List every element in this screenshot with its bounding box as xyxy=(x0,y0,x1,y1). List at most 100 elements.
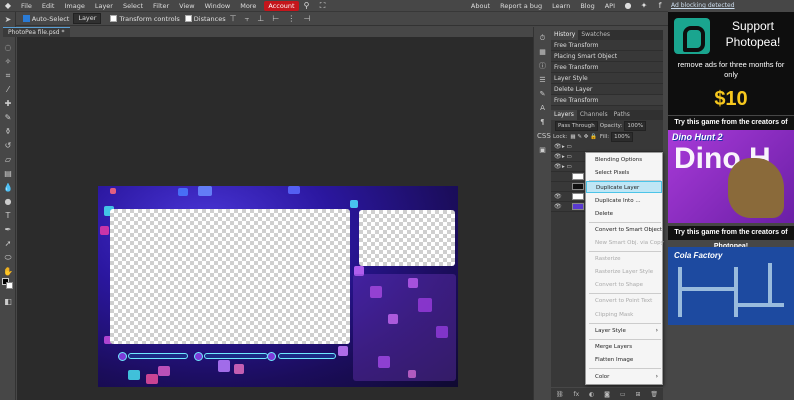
dodge-tool-icon[interactable]: ● xyxy=(2,196,14,207)
align-top-icon[interactable]: ⊤ xyxy=(230,14,237,23)
menu-view[interactable]: View xyxy=(174,0,199,12)
menu-image[interactable]: Image xyxy=(59,0,89,12)
account-button[interactable]: Account xyxy=(264,0,299,11)
history-row[interactable]: Layer Style xyxy=(551,73,663,84)
auto-select-checkbox[interactable] xyxy=(22,15,30,22)
blur-tool-icon[interactable]: 💧 xyxy=(2,182,14,193)
link-about[interactable]: About xyxy=(466,0,495,12)
menu-item-flatten-image[interactable]: Flatten Image xyxy=(586,354,662,366)
menu-select[interactable]: Select xyxy=(118,0,148,12)
transform-controls-checkbox[interactable] xyxy=(110,15,118,22)
properties-panel-icon[interactable]: ☰ xyxy=(537,75,548,86)
clone-stamp-tool-icon[interactable]: ⚱ xyxy=(2,126,14,137)
adjustment-icon[interactable]: ◐ xyxy=(589,391,594,398)
history-row[interactable]: Placing Smart Object xyxy=(551,51,663,62)
link-api[interactable]: API xyxy=(600,0,620,12)
game-banner[interactable]: Try this game from the creators of Photo… xyxy=(668,116,794,140)
link-blog[interactable]: Blog xyxy=(575,0,599,12)
menu-item-clipping-mask[interactable]: Clipping Mask xyxy=(586,309,662,321)
cola-factory-ad[interactable]: Cola Factory xyxy=(668,247,794,325)
eraser-tool-icon[interactable]: ▱ xyxy=(2,154,14,165)
layer-row[interactable]: 👁 ▸ ▭ xyxy=(551,142,663,152)
menu-item-new-smart-obj-via-copy[interactable]: New Smart Obj. via Copy xyxy=(586,237,664,249)
align-bottom-icon[interactable]: ⊥ xyxy=(257,14,264,23)
fill-input[interactable]: 100% xyxy=(611,131,633,142)
tab-paths[interactable]: Paths xyxy=(611,110,633,120)
menu-item-blending-options[interactable]: Blending Options xyxy=(586,154,662,166)
menu-edit[interactable]: Edit xyxy=(37,0,60,12)
align-right-icon[interactable]: ⊣ xyxy=(303,14,310,23)
healing-tool-icon[interactable]: ✚ xyxy=(2,98,14,109)
link-learn[interactable]: Learn xyxy=(547,0,575,12)
hand-tool-icon[interactable]: ✋ xyxy=(2,266,14,277)
reddit-icon[interactable]: ● xyxy=(623,1,633,11)
menu-item-duplicate-into[interactable]: Duplicate Into ... xyxy=(586,195,662,207)
pen-tool-icon[interactable]: ✒ xyxy=(2,224,14,235)
distances-checkbox[interactable] xyxy=(184,15,192,22)
brush-panel-icon[interactable]: ✎ xyxy=(537,89,548,100)
menu-layer[interactable]: Layer xyxy=(90,0,118,12)
magic-wand-tool-icon[interactable]: ✧ xyxy=(2,56,14,67)
gradient-tool-icon[interactable]: ▤ xyxy=(2,168,14,179)
document-tab[interactable]: PhotoPea file.psd * xyxy=(3,27,70,37)
swatches-panel-icon[interactable]: ▦ xyxy=(537,47,548,58)
align-middle-icon[interactable]: ⫟ xyxy=(245,14,250,24)
blend-mode-select[interactable]: Pass Through xyxy=(555,120,598,131)
quick-mask-icon[interactable]: ◧ xyxy=(2,296,14,307)
fullscreen-icon[interactable]: ⛶ xyxy=(318,1,328,11)
opacity-input[interactable]: 100% xyxy=(624,120,647,131)
tab-layers[interactable]: Layers xyxy=(551,110,577,120)
history-row[interactable]: Free Transform xyxy=(551,95,663,106)
brush-tool-icon[interactable]: ✎ xyxy=(2,112,14,123)
paragraph-panel-icon[interactable]: ¶ xyxy=(537,117,548,128)
menu-file[interactable]: File xyxy=(16,0,37,12)
tab-channels[interactable]: Channels xyxy=(577,110,611,120)
eyedropper-tool-icon[interactable]: ⁄ xyxy=(2,84,14,95)
side-frame-placeholder[interactable] xyxy=(359,210,455,266)
lock-icons[interactable]: ▦ ✎ ✥ 🔒 xyxy=(570,134,597,140)
menu-window[interactable]: Window xyxy=(200,0,236,12)
link-layers-icon[interactable]: ⛓ xyxy=(556,391,564,398)
menu-item-color[interactable]: Color › xyxy=(586,371,662,383)
history-brush-tool-icon[interactable]: ↺ xyxy=(2,140,14,151)
photopea-logo-icon[interactable]: ◆ xyxy=(3,1,13,11)
target-select[interactable]: Layer xyxy=(73,13,102,24)
game-banner[interactable]: Try this game from the creators of Photo… xyxy=(668,226,794,250)
support-ad[interactable]: Support Photopea! remove ads for three m… xyxy=(668,12,794,115)
info-panel-icon[interactable]: ⓘ xyxy=(537,61,548,72)
effects-icon[interactable]: fx xyxy=(573,391,579,398)
history-row[interactable]: Delete Layer xyxy=(551,84,663,95)
menu-item-rasterize[interactable]: Rasterize xyxy=(586,253,662,265)
search-icon[interactable]: ⚲ xyxy=(302,1,312,11)
main-frame-placeholder[interactable] xyxy=(110,209,350,344)
adblock-link[interactable]: Ad blocking detected xyxy=(671,2,735,9)
facebook-icon[interactable]: f xyxy=(655,1,665,11)
menu-item-convert-to-point-text[interactable]: Convert to Point Text xyxy=(586,295,662,307)
history-row[interactable]: Free Transform xyxy=(551,40,663,51)
history-row[interactable]: Free Transform xyxy=(551,62,663,73)
menu-item-select-pixels[interactable]: Select Pixels xyxy=(586,167,662,179)
eye-icon[interactable]: 👁 xyxy=(554,193,562,200)
image-panel-icon[interactable]: ▣ xyxy=(537,145,548,156)
menu-item-rasterize-layer-style[interactable]: Rasterize Layer Style xyxy=(586,266,662,278)
menu-item-duplicate-layer[interactable]: Duplicate Layer xyxy=(586,181,662,193)
type-tool-icon[interactable]: T xyxy=(2,210,14,221)
shape-tool-icon[interactable]: ⬭ xyxy=(2,252,14,263)
menu-item-convert-to-shape[interactable]: Convert to Shape xyxy=(586,279,662,291)
link-report-bug[interactable]: Report a bug xyxy=(495,0,547,12)
menu-item-layer-style[interactable]: Layer Style › xyxy=(586,325,662,337)
document-canvas[interactable] xyxy=(98,186,458,387)
menu-item-delete[interactable]: Delete xyxy=(586,208,662,220)
eye-icon[interactable]: 👁 xyxy=(554,153,562,160)
eye-icon[interactable]: 👁 xyxy=(554,163,562,170)
eye-icon[interactable]: 👁 xyxy=(554,143,562,150)
new-folder-icon[interactable]: ▭ xyxy=(620,391,626,398)
new-layer-icon[interactable]: ⊞ xyxy=(635,391,640,398)
path-select-tool-icon[interactable]: ➚ xyxy=(2,238,14,249)
eye-icon[interactable]: 👁 xyxy=(554,203,562,210)
tab-history[interactable]: History xyxy=(551,30,579,40)
mask-icon[interactable]: ◙ xyxy=(604,391,610,398)
character-panel-icon[interactable]: A xyxy=(537,103,548,114)
crop-tool-icon[interactable]: ⌗ xyxy=(2,70,14,81)
align-center-icon[interactable]: ⋮ xyxy=(287,14,295,23)
